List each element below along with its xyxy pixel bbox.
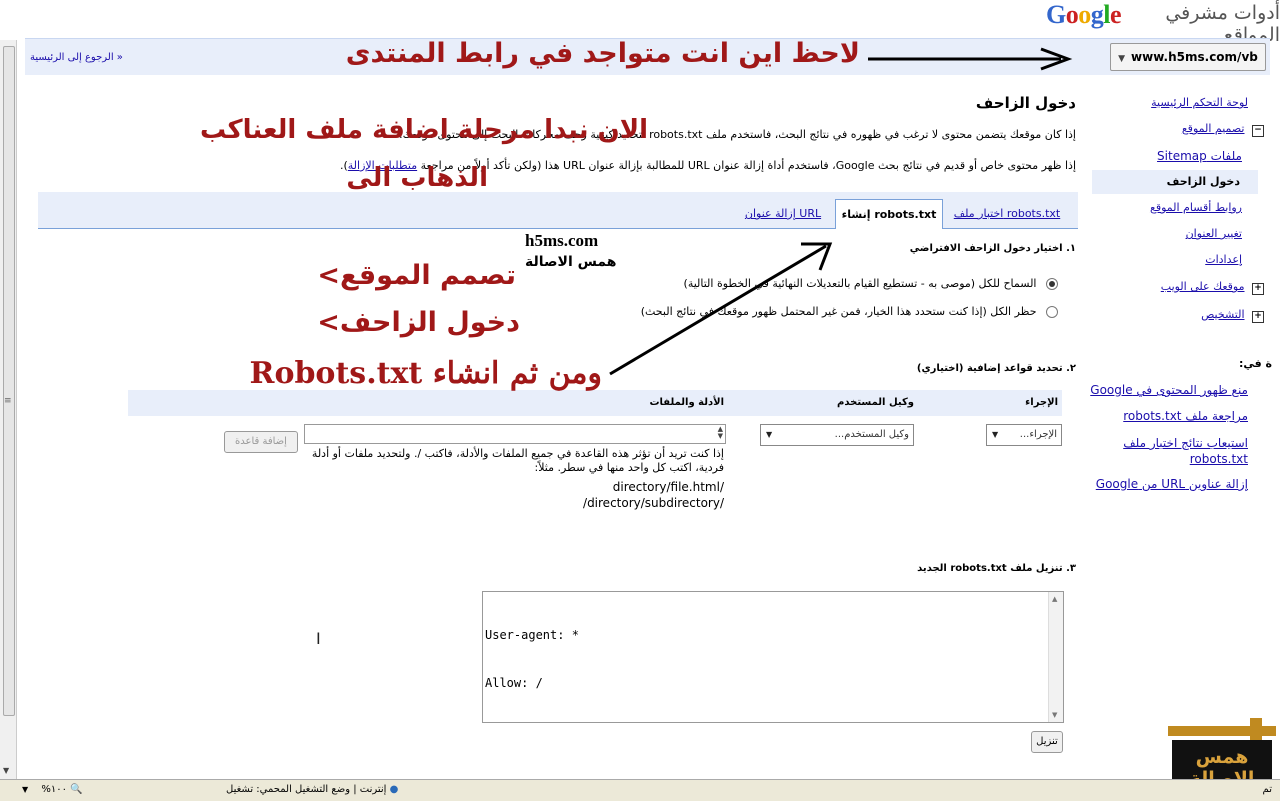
brand-site: h5ms.com — [525, 231, 599, 250]
annotation-step-3: ومن ثم انشاء Robots.txt — [249, 356, 602, 391]
nav-on-the-web[interactable]: + موقعك على الويب — [1161, 280, 1264, 295]
browser-scrollbar[interactable]: ▲ ≡ ▼ — [0, 40, 17, 780]
dirs-input[interactable]: ▲ ▼ — [304, 424, 726, 444]
nav-sitemaps[interactable]: ملفات Sitemap — [1157, 149, 1242, 163]
scroll-down-icon[interactable]: ▼ — [1052, 711, 1057, 719]
google-logo[interactable]: Google — [1046, 0, 1122, 30]
col-user-agent: وكيل المستخدم — [837, 397, 914, 408]
zoom-level: %١٠٠ — [41, 784, 67, 795]
brand-name: همس الاصالة — [525, 254, 617, 270]
text-cursor-icon: I — [316, 629, 321, 648]
site-selector-label: www.h5ms.com/vb — [1131, 50, 1258, 64]
page-title: دخول الزاحف — [975, 94, 1076, 112]
scroll-up-icon[interactable]: ▲ — [1052, 595, 1057, 603]
tab-test-robots[interactable]: اختبار ملف robots.txt — [948, 199, 1066, 228]
action-select[interactable]: الإجراء... ▼ — [986, 424, 1062, 446]
status-bar: تم ● إنترنت | وضع التشغيل المحمي: تشغيل … — [0, 779, 1280, 801]
spin-icon[interactable]: ▲ ▼ — [718, 426, 723, 440]
tab-remove-url[interactable]: إزالة عنوان URL — [735, 199, 831, 228]
nav-change-address[interactable]: تغيير العنوان — [1186, 227, 1242, 240]
status-done: تم — [1262, 784, 1272, 795]
section-1-title: ١. اختيار دخول الزاحف الافتراضي — [909, 243, 1076, 254]
chevron-down-icon: ▼ — [22, 785, 29, 794]
col-dirs-files: الأدلة والملفات — [649, 397, 725, 408]
download-button[interactable]: تنزيل — [1031, 731, 1063, 753]
nav-settings[interactable]: إعدادات — [1205, 253, 1242, 266]
nav-diagnostics[interactable]: + التشخيص — [1201, 308, 1264, 323]
nav-site-config-label: تصميم الموقع — [1181, 122, 1245, 135]
code-line-2: Allow: / — [485, 676, 543, 690]
zoom-icon: 🔍 — [70, 784, 83, 795]
chevron-down-icon: ▼ — [992, 430, 999, 439]
user-agent-select[interactable]: وكيل المستخدم... ▼ — [760, 424, 914, 446]
expand-icon[interactable]: + — [1252, 311, 1264, 323]
user-agent-select-label: وكيل المستخدم... — [834, 429, 909, 440]
annotation-line-2: الذهاب الى — [346, 163, 488, 193]
section-2-title: ٢. تحديد قواعد إضافية (اختياري) — [916, 363, 1076, 374]
scroll-down-icon[interactable]: ▼ — [3, 766, 9, 775]
site-selector[interactable]: ▼ www.h5ms.com/vb — [1110, 43, 1266, 71]
section-3-title: ٣. تنزيل ملف robots.txt الجديد — [917, 563, 1076, 574]
annotation-step-1: تصمم الموقع> — [317, 260, 516, 291]
scrollbar-thumb[interactable] — [3, 46, 15, 716]
rules-hint: إذا كنت تريد أن تؤثر هذه القاعدة في جميع… — [311, 447, 724, 474]
nav-site-config[interactable]: − تصميم الموقع — [1182, 122, 1264, 137]
nav-sitelinks[interactable]: روابط أقسام الموقع — [1150, 201, 1242, 214]
expand-icon[interactable]: + — [1252, 283, 1264, 295]
nav-crawler-access[interactable]: دخول الزاحف — [1167, 175, 1240, 188]
chevron-down-icon: ▼ — [766, 430, 773, 439]
annotation-top: لاحظ اين انت متواجد في رابط المنتدى — [345, 38, 860, 69]
example-path-2: /directory/subdirectory/ — [583, 496, 724, 510]
radio-allow-all[interactable] — [1046, 278, 1058, 290]
help-heading: ة في: — [1238, 357, 1272, 370]
intro-text: إذا ظهر محتوى خاص أو قديم في نتائج بحث G… — [420, 159, 1076, 172]
code-line-1: User-agent: * — [485, 628, 579, 642]
col-action: الإجراء — [1025, 397, 1058, 408]
robots-preview-textarea[interactable]: User-agent: * Allow: / ▲ ▼ — [482, 591, 1064, 723]
nav-on-the-web-label: موقعك على الويب — [1160, 280, 1245, 293]
help-link-review-robots[interactable]: مراجعة ملف robots.txt — [1123, 409, 1248, 423]
textarea-scrollbar[interactable]: ▲ ▼ — [1048, 592, 1063, 722]
help-link-understand-results[interactable]: استيعاب نتائج اختبار ملف robots.txt — [1108, 435, 1248, 467]
add-rule-button[interactable]: إضافة قاعدة — [224, 431, 298, 453]
status-zone: ● إنترنت | وضع التشغيل المحمي: تشغيل — [226, 784, 398, 795]
annotation-line-1: الان نبدا مرحلة اضافة ملف العناكب — [199, 115, 648, 145]
rules-table-header — [128, 390, 1062, 416]
annotation-arrow-up — [609, 242, 833, 376]
scroll-grip-icon: ≡ — [4, 396, 12, 406]
chevron-down-icon: ▼ — [1118, 54, 1126, 64]
radio-block-all[interactable] — [1046, 306, 1058, 318]
action-select-label: الإجراء... — [1019, 429, 1057, 440]
nav-diagnostics-label: التشخيص — [1201, 308, 1245, 321]
annotation-arrow-right — [868, 47, 1073, 71]
back-home-link[interactable]: « الرجوع إلى الرئيسية — [30, 52, 123, 63]
collapse-icon[interactable]: − — [1252, 125, 1264, 137]
zoom-control[interactable]: ▼ %١٠٠ 🔍 — [22, 784, 83, 795]
help-link-block-content[interactable]: منع ظهور المحتوى في Google — [1090, 383, 1248, 397]
nav-dashboard[interactable]: لوحة التحكم الرئيسية — [1151, 96, 1248, 109]
status-zone-label: إنترنت | وضع التشغيل المحمي: تشغيل — [226, 784, 387, 795]
annotation-step-2: دخول الزاحف> — [317, 307, 520, 338]
help-link-remove-urls[interactable]: إزالة عناوين URL من Google — [1096, 477, 1248, 491]
tab-generate-robots[interactable]: إنشاء robots.txt — [835, 199, 943, 229]
globe-icon: ● — [389, 784, 399, 795]
example-path-1: /directory/file.html — [612, 480, 724, 494]
